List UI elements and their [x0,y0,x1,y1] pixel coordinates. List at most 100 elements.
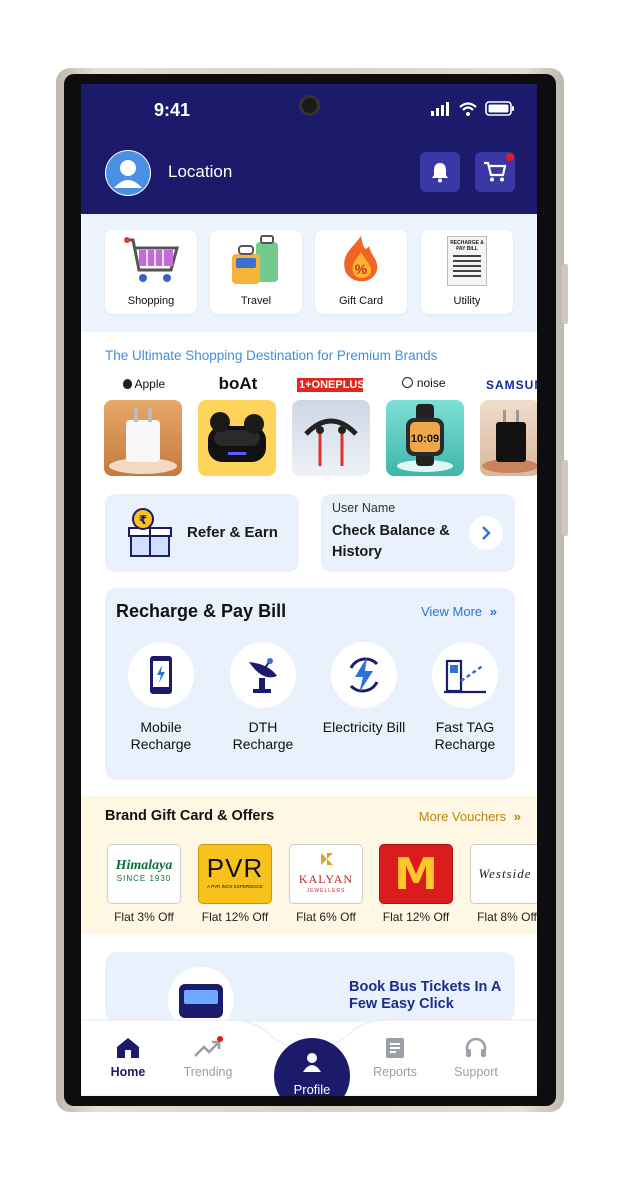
lightning-icon [349,657,379,693]
rc-label: Mobile Recharge [130,719,192,752]
shopping-tagline: The Ultimate Shopping Destination for Pr… [105,348,438,363]
nav-trending[interactable]: Trending [173,1036,243,1079]
svg-text:₹: ₹ [139,513,147,527]
refer-earn-card[interactable]: ₹ Refer & Earn [105,494,299,572]
brand-logo-oneplus[interactable]: 1+ONEPLUS [297,378,365,392]
gift-card-westside[interactable]: Westside [470,844,537,904]
double-chevron-right-icon: » [489,604,497,619]
electricity-bill-button[interactable]: Electricity Bill [320,642,408,736]
user-avatar-icon [106,151,150,195]
earbuds-product-icon [208,412,266,462]
more-vouchers-link[interactable]: More Vouchers » [419,809,521,824]
cart-icon [484,161,507,182]
category-travel[interactable]: Travel [210,230,302,314]
battery-icon [485,101,514,116]
gift-offer: Flat 12% Off [382,910,450,924]
nav-support-label: Support [454,1065,498,1079]
category-label: Travel [240,295,272,307]
brand-name: Apple [134,377,166,391]
headset-icon [465,1037,487,1057]
category-label: Shopping [127,295,175,307]
himalaya-subtitle: SINCE 1930 [116,874,172,883]
more-vouchers-label: More Vouchers [418,809,507,824]
home-icon [117,1038,139,1058]
gift-offer: Flat 6% Off [296,910,356,924]
brand-logo-boat[interactable]: boAt [213,374,263,394]
gift-card-kalyan[interactable]: KALYAN JEWELLERS [289,844,363,904]
gift-offers-section: Brand Gift Card & Offers More Vouchers »… [81,796,537,934]
chevron-right-icon [482,526,491,540]
gift-offer: Flat 12% Off [201,910,269,924]
recharge-section: Recharge & Pay Bill View More » Mobile R… [105,588,515,780]
rc-label: Electricity Bill [322,719,406,735]
nav-trending-label: Trending [183,1065,233,1079]
satellite-dish-icon [249,658,277,693]
brand-tile-boat[interactable] [198,400,276,476]
gift-card-fire-icon: % [344,236,378,282]
avatar[interactable] [105,150,151,196]
rc-icon-circle [128,642,194,708]
category-utility[interactable]: RECHARGE & PAY BILL Utility [421,230,513,314]
brand-logo-samsung[interactable]: SAMSUNG [486,378,537,392]
mobile-recharge-button[interactable]: Mobile Recharge [117,642,205,753]
bill-receipt-icon: RECHARGE & PAY BILL [447,236,487,286]
category-label: Utility [453,295,481,307]
brand-tile-apple[interactable] [104,400,182,476]
cart-button[interactable] [475,152,515,192]
svg-text:10:09: 10:09 [411,433,439,445]
gift-card-himalaya[interactable]: Himalaya SINCE 1930 [107,844,181,904]
double-chevron-right-icon: » [513,809,521,824]
app-screen: 9:41 Location Shopping Travel % Gift Car… [81,84,537,1096]
gift-rupee-icon: ₹ [128,508,172,557]
nav-reports[interactable]: Reports [360,1036,430,1079]
location-label[interactable]: Location [168,162,232,182]
kalyan-logo-icon [321,853,333,865]
brand-tile-oneplus[interactable] [292,400,370,476]
check-balance-card[interactable]: User Name Check Balance & History [321,494,515,572]
gift-offer: Flat 3% Off [114,910,174,924]
fast-tag-recharge-button[interactable]: Fast TAG Recharge [421,642,509,753]
status-icons [431,101,515,116]
kalyan-logo: KALYAN [298,872,354,886]
brand-logo-apple[interactable]: Apple [119,377,169,391]
neckband-product-icon [304,418,358,466]
status-time: 9:41 [154,100,191,120]
category-band: Shopping Travel % Gift Card RECHARGE & P… [81,214,537,332]
view-more-link[interactable]: View More » [421,604,497,619]
top-bar: 9:41 Location [81,84,537,214]
nav-support[interactable]: Support [441,1036,511,1079]
brand-logo-noise[interactable]: noise [396,376,452,390]
gift-offers-title: Brand Gift Card & Offers [105,808,275,824]
profile-icon [303,1053,321,1072]
refer-earn-label: Refer & Earn [187,524,278,541]
volume-button [562,264,568,324]
noise-logo-icon [402,377,414,388]
recharge-title: Recharge & Pay Bill [116,601,287,621]
brand-name: noise [416,376,446,390]
gift-card-mcdonalds[interactable]: M [379,844,453,904]
user-name: User Name [332,501,396,515]
brand-tile-noise[interactable]: 10:09 [386,400,464,476]
rc-icon-circle [331,642,397,708]
camera-cutout [299,95,320,116]
bell-icon [432,163,448,183]
cart-badge [506,153,514,161]
pvr-subtitle: A PVR INOX EXPERIENCE [207,884,263,889]
westside-logo: Westside [478,866,532,881]
receipt-text: RECHARGE & PAY BILL [450,240,484,252]
mcdonalds-logo: M [394,849,438,900]
nav-home[interactable]: Home [93,1036,163,1079]
power-button [562,460,568,536]
notifications-button[interactable] [420,152,460,192]
gift-card-pvr[interactable]: PVR A PVR INOX EXPERIENCE [198,844,272,904]
brand-tile-samsung[interactable] [480,400,537,476]
dth-recharge-button[interactable]: DTH Recharge [219,642,307,753]
check-balance-arrow-button[interactable] [469,516,503,550]
wifi-icon [459,101,477,116]
category-gift-card[interactable]: % Gift Card [315,230,407,314]
nav-reports-label: Reports [373,1065,417,1079]
rc-icon-circle [230,642,296,708]
himalaya-logo: Himalaya [115,858,173,873]
category-shopping[interactable]: Shopping [105,230,197,314]
profile-label: Profile [293,1082,331,1096]
